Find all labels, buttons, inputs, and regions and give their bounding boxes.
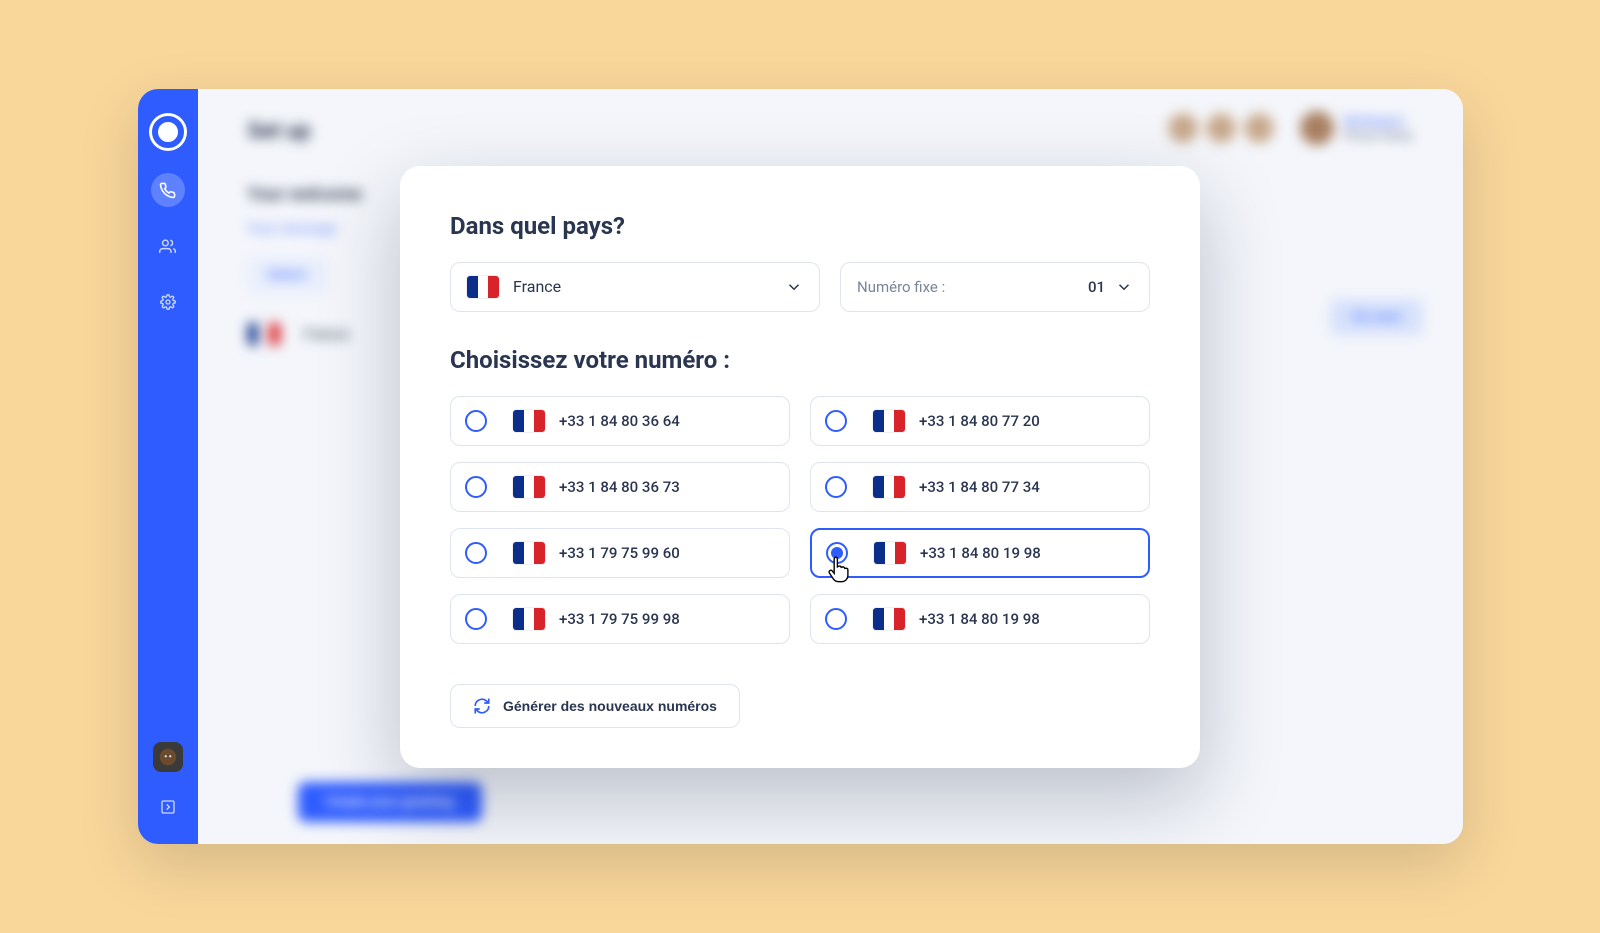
country-value: France	[513, 277, 785, 296]
user-menu[interactable]: Workspace Phone Setup	[1300, 111, 1413, 145]
sidebar-avatar[interactable]	[153, 742, 183, 772]
user-avatar	[1300, 111, 1334, 145]
radio-icon	[465, 608, 487, 630]
number-option[interactable]: +33 1 79 75 99 60	[450, 528, 790, 578]
user-line1: Workspace	[1344, 114, 1413, 128]
generate-label: Générer des nouveaux numéros	[503, 698, 717, 714]
generate-numbers-button[interactable]: Générer des nouveaux numéros	[450, 684, 740, 728]
sidebar-item-phone[interactable]	[151, 173, 185, 207]
france-flag-icon	[874, 542, 906, 564]
refresh-icon	[473, 697, 491, 715]
right-pill: Go next	[1330, 299, 1422, 335]
sidebar-item-expand[interactable]	[151, 790, 185, 824]
avatar[interactable]	[1242, 111, 1276, 145]
type-label: Numéro fixe :	[857, 278, 945, 296]
france-flag-icon	[513, 476, 545, 498]
france-flag-icon	[248, 323, 280, 345]
number-option[interactable]: +33 1 84 80 36 73	[450, 462, 790, 512]
app-window: Set up Workspace Phone Setup Your welcom…	[138, 89, 1463, 844]
radio-icon	[465, 542, 487, 564]
number-option[interactable]: +33 1 84 80 77 20	[810, 396, 1150, 446]
sidebar	[138, 89, 198, 844]
france-flag-icon	[513, 410, 545, 432]
gear-icon	[160, 294, 176, 310]
number-text: +33 1 84 80 36 73	[559, 478, 680, 496]
flag-label: France	[304, 325, 349, 343]
number-text: +33 1 84 80 77 34	[919, 478, 1040, 496]
avatar-face-icon	[159, 748, 177, 766]
france-flag-icon	[467, 276, 499, 298]
number-grid: +33 1 84 80 36 64 +33 1 84 80 77 20 +33 …	[450, 396, 1150, 644]
number-option[interactable]: +33 1 84 80 36 64	[450, 396, 790, 446]
number-option-selected[interactable]: +33 1 84 80 19 98	[810, 528, 1150, 578]
number-text: +33 1 84 80 19 98	[920, 544, 1041, 562]
france-flag-icon	[873, 410, 905, 432]
number-option[interactable]: +33 1 84 80 77 34	[810, 462, 1150, 512]
sidebar-item-users[interactable]	[151, 229, 185, 263]
sidebar-item-settings[interactable]	[151, 285, 185, 319]
france-flag-icon	[873, 476, 905, 498]
avatar[interactable]	[1204, 111, 1238, 145]
radio-icon	[825, 476, 847, 498]
type-value: 01	[1088, 278, 1105, 296]
cta-button: Create your greeting	[298, 782, 482, 822]
radio-icon	[825, 410, 847, 432]
radio-icon	[465, 410, 487, 432]
number-text: +33 1 79 75 99 60	[559, 544, 680, 562]
country-select[interactable]: France	[450, 262, 820, 312]
user-line2: Phone Setup	[1344, 128, 1413, 142]
radio-icon	[465, 476, 487, 498]
number-text: +33 1 84 80 19 98	[919, 610, 1040, 628]
select-pill: Select	[248, 257, 327, 293]
number-type-select[interactable]: Numéro fixe : 01	[840, 262, 1150, 312]
number-text: +33 1 84 80 36 64	[559, 412, 680, 430]
number-selection-modal: Dans quel pays? France Numéro fixe : 01 …	[400, 166, 1200, 768]
radio-icon	[825, 608, 847, 630]
number-option[interactable]: +33 1 84 80 19 98	[810, 594, 1150, 644]
country-heading: Dans quel pays?	[450, 212, 1150, 240]
app-logo	[149, 113, 187, 151]
chevron-down-icon	[785, 278, 803, 296]
number-text: +33 1 84 80 77 20	[919, 412, 1040, 430]
phone-icon	[159, 182, 176, 199]
expand-icon	[160, 799, 176, 815]
chevron-down-icon	[1115, 278, 1133, 296]
number-text: +33 1 79 75 99 98	[559, 610, 680, 628]
avatar[interactable]	[1166, 111, 1200, 145]
france-flag-icon	[513, 608, 545, 630]
header-avatars: Workspace Phone Setup	[1166, 111, 1413, 145]
number-option[interactable]: +33 1 79 75 99 98	[450, 594, 790, 644]
radio-selected-icon	[826, 542, 848, 564]
france-flag-icon	[513, 542, 545, 564]
france-flag-icon	[873, 608, 905, 630]
users-icon	[159, 238, 176, 255]
choose-heading: Choisissez votre numéro :	[450, 346, 1150, 374]
